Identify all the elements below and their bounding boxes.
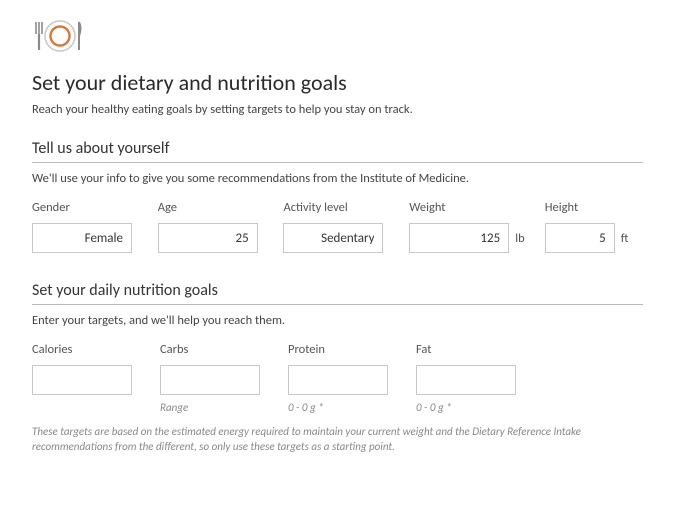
calories-field[interactable] [32,365,132,395]
footnote-text: These targets are based on the estimated… [32,425,643,455]
weight-label: Weight [409,200,545,215]
page-title: Set your dietary and nutrition goals [32,69,643,96]
protein-field[interactable] [288,365,388,395]
section-about-sub: We'll use your info to give you some rec… [32,171,643,186]
section-about-heading: Tell us about yourself [32,139,643,163]
intro-text: Reach your healthy eating goals by setti… [32,102,643,117]
carbs-field[interactable] [160,365,260,395]
height-field[interactable] [545,223,615,253]
height-label: Height [545,200,643,215]
calories-hint [32,401,160,415]
dinner-plate-icon [32,18,643,59]
section-goals-heading: Set your daily nutrition goals [32,281,643,305]
gender-field[interactable] [32,223,132,253]
carbs-label: Carbs [160,342,288,357]
fat-label: Fat [416,342,544,357]
protein-hint: 0 - 0 g * [288,401,416,415]
age-field[interactable] [158,223,258,253]
activity-field[interactable] [283,223,383,253]
weight-unit: lb [515,231,535,246]
age-label: Age [158,200,284,215]
section-goals-sub: Enter your targets, and we'll help you r… [32,313,643,328]
protein-label: Protein [288,342,416,357]
height-unit: ft [621,231,641,246]
fat-hint: 0 - 0 g * [416,401,544,415]
gender-label: Gender [32,200,158,215]
carbs-hint: Range [160,401,288,415]
calories-label: Calories [32,342,160,357]
about-yourself-row: Gender Age Activity level Weight lb Heig… [32,200,643,253]
fat-field[interactable] [416,365,516,395]
activity-label: Activity level [283,200,409,215]
weight-field[interactable] [409,223,509,253]
nutrition-goals-row: Calories Carbs Range Protein 0 - 0 g * F… [32,342,643,415]
